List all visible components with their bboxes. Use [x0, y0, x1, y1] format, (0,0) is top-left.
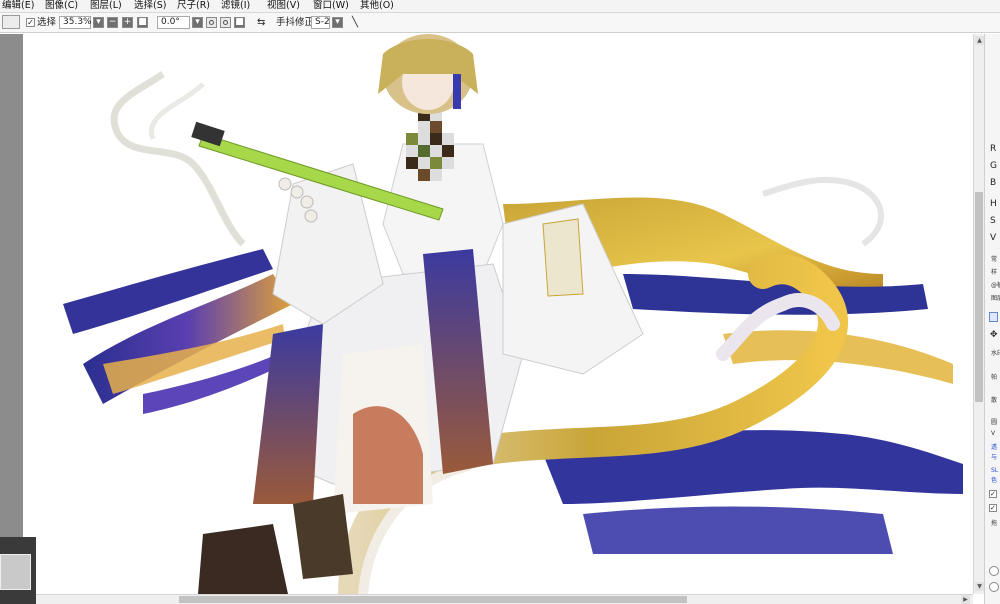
select-label: 选择 — [37, 17, 57, 28]
panel-text-7: 散 — [991, 397, 998, 404]
straight-line-icon[interactable]: ╲ — [352, 16, 358, 30]
move-icon[interactable]: ✥ — [990, 330, 998, 340]
color-label-g: G — [990, 161, 997, 171]
option-checkbox-2[interactable]: ✓ — [989, 504, 997, 512]
panel-link-1[interactable]: 透 — [991, 444, 997, 451]
square-icon: ■ — [235, 17, 244, 27]
zoom-reset-button[interactable]: ■ — [137, 17, 148, 28]
menu-bar: 编辑(E) 图像(C) 图层(L) 选择(S) 尺子(R) 滤镜(I) 视图(V… — [0, 0, 1000, 13]
right-side-panel: R G B H S V 常 样 @植 图层 ✥ 水印 帕 散 圆 V 透 与 S… — [984, 34, 1000, 604]
check-icon: ✓ — [27, 17, 34, 27]
radio-option-1[interactable] — [989, 566, 999, 576]
scroll-down-arrow-icon[interactable]: ▼ — [975, 582, 984, 591]
radio-option-2[interactable] — [989, 582, 999, 592]
menu-select[interactable]: 选择(S) — [134, 0, 166, 12]
panel-text-6: 帕 — [991, 374, 998, 381]
navigator-preview[interactable] — [0, 554, 31, 590]
rotate-right-button[interactable] — [220, 17, 231, 28]
scroll-right-arrow-icon[interactable]: ▶ — [961, 595, 970, 604]
layer-tool-button[interactable] — [989, 312, 998, 322]
stabilizer-label: 手抖修正 — [276, 17, 315, 28]
vertical-scrollbar[interactable]: ▲ ▼ — [973, 34, 984, 594]
panel-text-9: V — [991, 430, 996, 437]
artwork-illustration — [63, 34, 963, 594]
menu-ruler[interactable]: 尺子(R) — [177, 0, 210, 12]
menu-view[interactable]: 视图(V) — [267, 0, 300, 12]
plus-icon: + — [123, 17, 132, 27]
menu-image[interactable]: 图像(C) — [45, 0, 78, 12]
navigator-panel — [0, 537, 36, 604]
panel-link-3[interactable]: SL — [991, 467, 998, 474]
flip-horizontal-icon[interactable]: ⇆ — [257, 16, 265, 30]
panel-text-8: 圆 — [991, 419, 998, 426]
square-icon: ■ — [138, 17, 147, 27]
zoom-in-button[interactable]: + — [122, 17, 133, 28]
panel-text-4: 图层 — [991, 295, 1000, 302]
vertical-scroll-thumb[interactable] — [975, 192, 983, 402]
horizontal-scroll-thumb[interactable] — [179, 596, 687, 603]
panel-text-1: 常 — [991, 256, 998, 263]
rotate-cw-icon — [223, 20, 228, 25]
color-label-r: R — [990, 144, 997, 154]
rotation-reset-button[interactable]: ■ — [234, 17, 245, 28]
rotation-dropdown-button[interactable]: ▾ — [192, 17, 203, 28]
zoom-out-button[interactable]: − — [107, 17, 118, 28]
menu-other[interactable]: 其他(O) — [360, 0, 394, 12]
chevron-down-icon: ▾ — [195, 17, 200, 27]
tool-preview-swatch[interactable] — [2, 15, 20, 29]
horizontal-scrollbar[interactable]: ▶ — [23, 594, 973, 604]
chevron-down-icon: ▾ — [96, 17, 101, 27]
color-label-h: H — [990, 199, 997, 209]
drawing-canvas[interactable] — [23, 34, 973, 594]
zoom-dropdown-button[interactable]: ▾ — [93, 17, 104, 28]
menu-filter[interactable]: 滤镜(I) — [221, 0, 250, 12]
color-label-v: V — [990, 233, 997, 243]
panel-text-2: 样 — [991, 269, 998, 276]
rotation-field[interactable]: 0.0° — [157, 16, 190, 29]
stabilizer-field[interactable]: S-2 — [311, 16, 330, 29]
color-label-b: B — [990, 178, 997, 188]
tool-options-bar: ✓ 选择 35.3% ▾ − + ■ 0.0° ▾ ■ ⇆ 手抖修正 S-2 ▾… — [0, 13, 1000, 33]
menu-layer[interactable]: 图层(L) — [90, 0, 122, 12]
panel-link-2[interactable]: 与 — [991, 454, 997, 461]
left-panel — [0, 34, 23, 604]
menu-window[interactable]: 窗口(W) — [313, 0, 349, 12]
stabilizer-dropdown-button[interactable]: ▾ — [332, 17, 343, 28]
minus-icon: − — [108, 17, 117, 27]
select-checkbox[interactable]: ✓ — [26, 18, 35, 27]
panel-text-5: 水印 — [991, 350, 1000, 357]
panel-text-3: @植 — [991, 282, 1000, 289]
color-label-s: S — [990, 216, 996, 226]
rotate-ccw-icon — [209, 20, 214, 25]
rotate-left-button[interactable] — [206, 17, 217, 28]
menu-edit[interactable]: 编辑(E) — [2, 0, 34, 12]
panel-text-10: 拖 — [991, 520, 998, 527]
chevron-down-icon: ▾ — [335, 17, 340, 27]
option-checkbox-1[interactable]: ✓ — [989, 490, 997, 498]
zoom-field[interactable]: 35.3% — [59, 16, 92, 29]
scroll-up-arrow-icon[interactable]: ▲ — [975, 36, 984, 45]
panel-link-4[interactable]: 色 — [991, 477, 997, 484]
